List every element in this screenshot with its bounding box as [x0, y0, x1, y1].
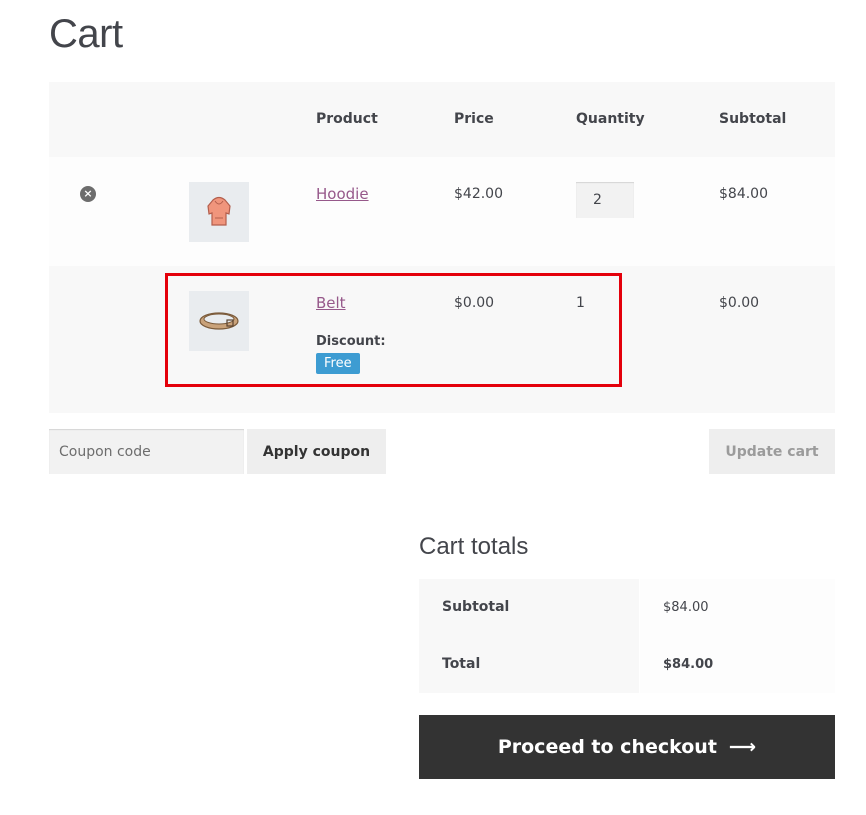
belt-thumbnail[interactable]	[189, 291, 249, 351]
hoodie-thumbnail[interactable]	[189, 182, 249, 242]
cart-item-hoodie: × Hoodie $42.00 $84.00	[49, 157, 835, 266]
remove-icon[interactable]: ×	[80, 186, 96, 202]
cart-item-belt: Belt $0.00 1 $0.00 Discount: Free	[49, 266, 835, 413]
subtotal-label: Subtotal	[442, 599, 510, 615]
header-product: Product	[316, 111, 378, 127]
hoodie-image	[207, 196, 231, 226]
totals-row-subtotal: Subtotal $84.00	[419, 579, 835, 636]
subtotal-belt: $0.00	[719, 295, 760, 311]
cart-totals-table: Subtotal $84.00 Total $84.00	[419, 579, 835, 693]
subtotal-value: $84.00	[663, 600, 709, 615]
checkout-label: Proceed to checkout	[497, 736, 717, 758]
discount-label: Discount:	[316, 334, 386, 349]
product-link-hoodie[interactable]: Hoodie	[316, 185, 369, 203]
total-value: $84.00	[663, 657, 714, 672]
apply-coupon-button[interactable]: Apply coupon	[247, 429, 386, 474]
arrow-right-icon: ⟶	[728, 736, 757, 758]
subtotal-hoodie: $84.00	[719, 186, 768, 202]
quantity-input-hoodie[interactable]	[576, 182, 634, 218]
price-belt: $0.00	[454, 295, 495, 311]
product-link-belt[interactable]: Belt	[316, 294, 346, 312]
price-hoodie: $42.00	[454, 186, 503, 202]
update-cart-button[interactable]: Update cart	[709, 429, 835, 474]
proceed-to-checkout-button[interactable]: Proceed to checkout ⟶	[419, 715, 835, 779]
table-header: Product Price Quantity Subtotal	[49, 82, 835, 157]
belt-image	[199, 312, 239, 330]
totals-row-total: Total $84.00	[419, 636, 835, 693]
free-badge: Free	[316, 353, 360, 374]
header-subtotal: Subtotal	[719, 111, 787, 127]
total-label: Total	[442, 656, 481, 672]
header-quantity: Quantity	[576, 111, 645, 127]
coupon-code-input[interactable]	[49, 429, 244, 474]
page-title: Cart	[49, 12, 123, 56]
cart-table: Product Price Quantity Subtotal × Hoodie…	[49, 82, 835, 413]
header-price: Price	[454, 111, 494, 127]
cart-totals-title: Cart totals	[419, 533, 529, 560]
quantity-belt: 1	[576, 295, 585, 311]
